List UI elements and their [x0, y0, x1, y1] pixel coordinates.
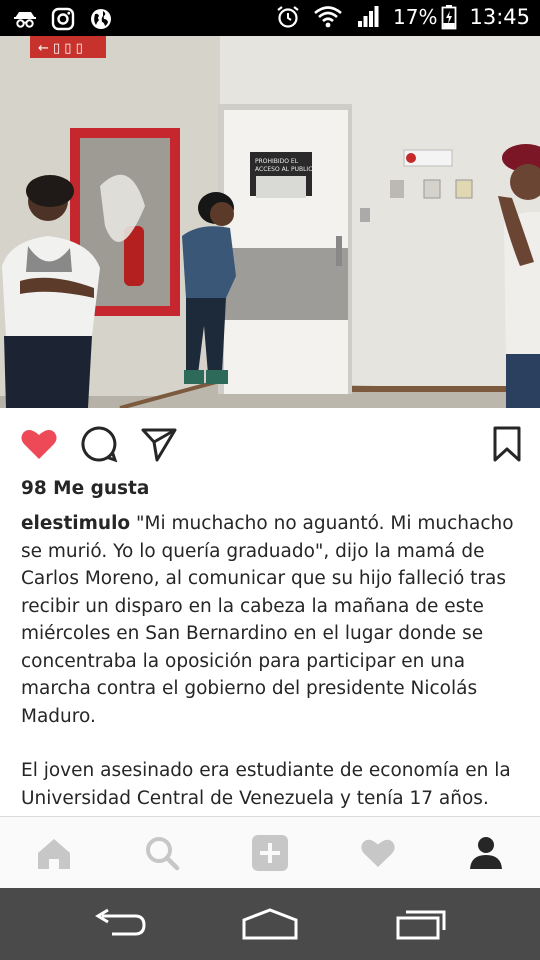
hallway-photo: ← ▯ ▯ ▯ PROHIBIDO EL ACCESO AL PUBLICO — [0, 36, 540, 408]
recents-icon[interactable] — [390, 906, 450, 942]
bottom-navigation — [0, 816, 540, 888]
heart-icon[interactable] — [19, 424, 59, 464]
back-icon[interactable] — [90, 906, 150, 942]
search-icon[interactable] — [142, 833, 182, 873]
status-bar: 17% 13:45 — [0, 0, 540, 36]
post-photo[interactable]: ← ▯ ▯ ▯ PROHIBIDO EL ACCESO AL PUBLICO — [0, 36, 540, 408]
android-navigation-bar — [0, 888, 540, 960]
caption-paragraph-1: elestimulo "Mi muchacho no aguantó. Mi m… — [21, 510, 526, 730]
home-button-icon[interactable] — [240, 906, 300, 942]
add-icon[interactable] — [250, 833, 290, 873]
likes-count[interactable]: 98 Me gusta — [21, 478, 149, 499]
battery-charging-icon — [442, 5, 457, 30]
svg-text:← ▯ ▯ ▯: ← ▯ ▯ ▯ — [38, 41, 83, 56]
alarm-icon — [277, 6, 299, 28]
instagram-icon — [51, 7, 75, 31]
clock-time: 13:45 — [469, 5, 530, 29]
wifi-icon — [314, 6, 342, 28]
home-icon[interactable] — [34, 833, 74, 873]
post-action-bar — [0, 418, 540, 468]
incognito-icon — [14, 12, 36, 28]
svg-text:ACCESO AL PUBLICO: ACCESO AL PUBLICO — [255, 166, 317, 173]
globe-icon — [91, 9, 111, 29]
profile-icon[interactable] — [466, 833, 506, 873]
post-caption: elestimulo "Mi muchacho no aguantó. Mi m… — [21, 510, 526, 812]
caption-text-1: "Mi muchacho no aguantó. Mi muchacho se … — [21, 513, 514, 727]
username-link[interactable]: elestimulo — [21, 513, 130, 534]
activity-heart-icon[interactable] — [358, 833, 398, 873]
send-icon[interactable] — [139, 424, 179, 464]
comment-icon[interactable] — [79, 424, 119, 464]
battery-percent: 17% — [393, 5, 438, 29]
caption-paragraph-2: El joven asesinado era estudiante de eco… — [21, 760, 511, 809]
signal-icon — [358, 6, 379, 27]
bookmark-icon[interactable] — [487, 424, 527, 464]
door-sign-text: PROHIBIDO EL — [255, 158, 299, 165]
